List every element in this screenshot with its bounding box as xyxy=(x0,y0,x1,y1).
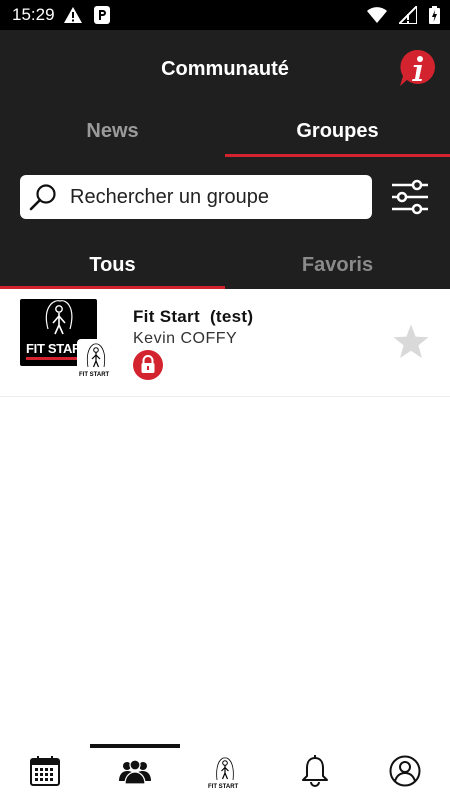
group-list-item[interactable]: FIT START FIT START Fit Start (test) Kev… xyxy=(0,289,450,397)
wifi-icon xyxy=(367,7,387,28)
group-badge: FIT START xyxy=(77,339,115,381)
jump-rope-figure-icon xyxy=(45,300,73,335)
info-button[interactable] xyxy=(398,48,438,88)
search-row xyxy=(20,175,430,221)
bottom-nav: FIT START xyxy=(0,742,450,800)
nav-calendar[interactable] xyxy=(0,742,90,800)
tab-tous[interactable]: Tous xyxy=(0,246,225,289)
tab-groupes[interactable]: Groupes xyxy=(225,110,450,157)
nav-fit-start[interactable]: FIT START xyxy=(180,742,270,800)
top-tabs: News Groupes xyxy=(0,110,450,157)
lock-icon xyxy=(133,350,163,380)
search-input[interactable] xyxy=(70,175,365,219)
warning-icon xyxy=(64,7,82,28)
badge-logo-text: FIT START xyxy=(79,372,110,378)
bell-icon xyxy=(302,755,328,787)
status-time: 15:29 xyxy=(12,5,55,24)
status-bar: 15:29 xyxy=(0,0,450,30)
calendar-icon xyxy=(30,756,60,786)
battery-icon xyxy=(429,6,440,29)
header: Communauté News Groupes Rechercher un gr… xyxy=(0,30,450,289)
nav-notifications[interactable] xyxy=(270,742,360,800)
sub-tabs: Tous Favoris xyxy=(0,246,450,289)
filter-sliders-icon xyxy=(392,179,428,215)
search-box[interactable] xyxy=(20,175,372,219)
tab-news[interactable]: News xyxy=(0,110,225,156)
profile-icon xyxy=(389,755,421,787)
favorite-star-icon[interactable] xyxy=(392,323,430,361)
page-title: Communauté xyxy=(161,58,289,80)
fit-start-logo-icon xyxy=(86,343,106,368)
parking-icon xyxy=(94,6,110,29)
signal-icon xyxy=(396,3,418,29)
fit-start-logo-icon xyxy=(216,757,234,781)
group-owner: Kevin COFFY xyxy=(133,330,238,347)
community-icon xyxy=(119,759,151,785)
nav-logo-text: FIT START xyxy=(208,784,239,790)
nav-profile[interactable] xyxy=(360,742,450,800)
filter-button[interactable] xyxy=(390,177,430,217)
group-name: Fit Start (test) xyxy=(133,307,254,326)
search-icon xyxy=(29,184,56,211)
group-list: FIT START FIT START Fit Start (test) Kev… xyxy=(0,289,450,397)
tab-favoris[interactable]: Favoris xyxy=(225,246,450,289)
info-icon xyxy=(400,49,435,86)
nav-community[interactable] xyxy=(90,742,180,800)
